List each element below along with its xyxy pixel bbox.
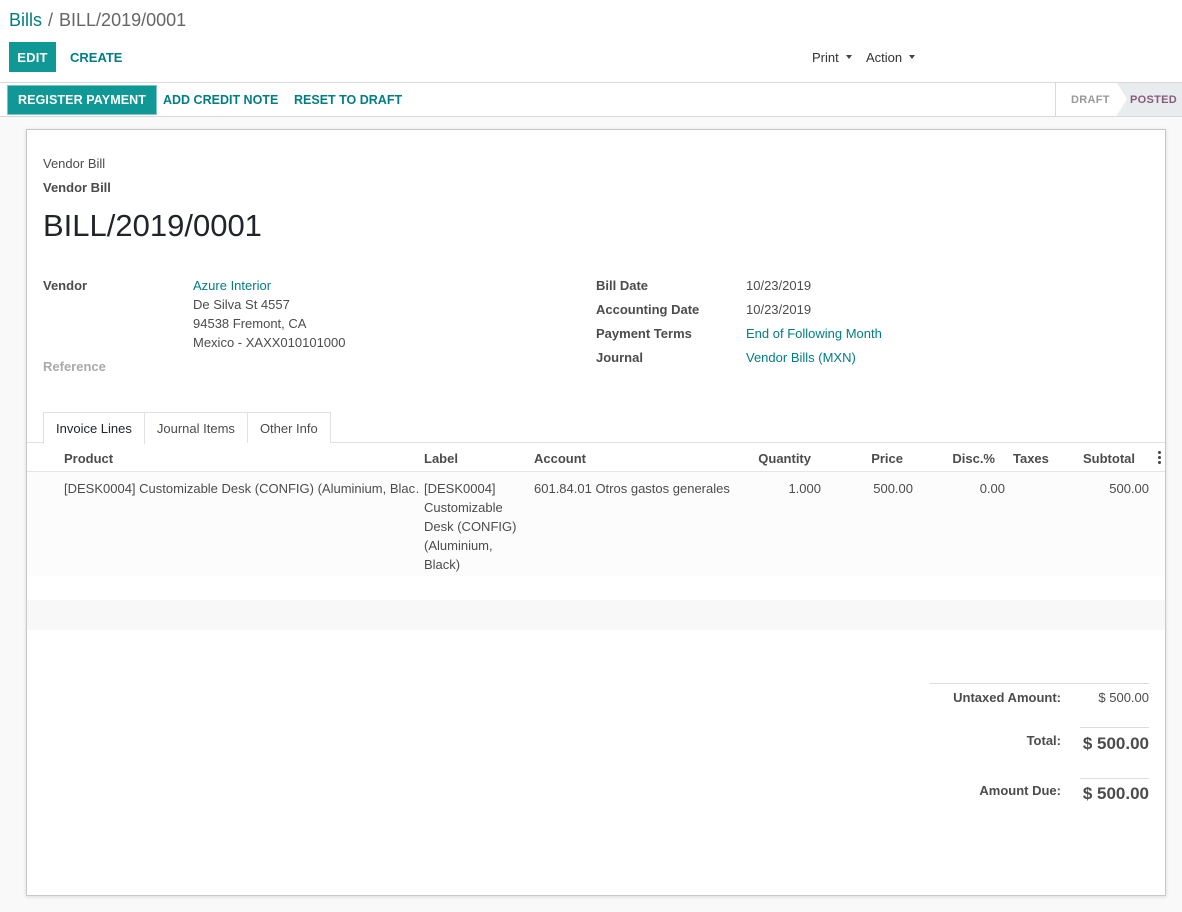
- add-line-row[interactable]: [27, 600, 1165, 630]
- column-header-disc[interactable]: Disc.%: [917, 451, 995, 466]
- column-header-account[interactable]: Account: [534, 451, 586, 466]
- action-label: Action: [866, 49, 903, 65]
- add-credit-note-button[interactable]: ADD CREDIT NOTE: [163, 86, 278, 114]
- status-pipeline: DRAFT POSTED: [1055, 83, 1182, 116]
- journal-label: Journal: [596, 350, 643, 365]
- bill-date-value: 10/23/2019: [746, 278, 812, 293]
- cell-price[interactable]: 500.00: [827, 479, 913, 498]
- notebook-tabs: Invoice Lines Journal Items Other Info: [43, 412, 331, 444]
- amount-due-value: $ 500.00: [1082, 784, 1149, 803]
- tab-journal-items[interactable]: Journal Items: [143, 412, 248, 443]
- statusbar: REGISTER PAYMENT ADD CREDIT NOTE RESET T…: [0, 83, 1182, 117]
- breadcrumb-bills-link[interactable]: Bills: [9, 10, 42, 30]
- total-divider: [1080, 727, 1149, 728]
- cell-label[interactable]: [DESK0004] Customizable Desk (CONFIG) (A…: [424, 479, 524, 574]
- cell-disc[interactable]: 0.00: [927, 479, 1005, 498]
- optional-columns-icon[interactable]: [1158, 451, 1161, 466]
- create-button[interactable]: CREATE: [64, 42, 128, 72]
- accounting-date-value: 10/23/2019: [746, 302, 812, 317]
- state-draft[interactable]: DRAFT: [1055, 83, 1117, 116]
- cell-quantity[interactable]: 1.000: [737, 479, 821, 498]
- untaxed-amount-label: Untaxed Amount:: [953, 690, 1061, 705]
- page-title: BILL/2019/0001: [43, 208, 262, 243]
- document-type: Vendor Bill: [43, 156, 106, 171]
- untaxed-amount-value: $ 500.00: [1098, 690, 1149, 705]
- document-type-bold: Vendor Bill: [43, 180, 111, 195]
- totals-divider: [930, 683, 1149, 684]
- breadcrumb-current: BILL/2019/0001: [59, 10, 187, 30]
- print-dropdown[interactable]: Print: [812, 42, 852, 72]
- cell-label-line: [DESK0004]: [424, 481, 496, 496]
- payment-terms-link[interactable]: End of Following Month: [746, 326, 882, 341]
- form-sheet: Vendor Bill Vendor Bill BILL/2019/0001 V…: [26, 129, 1166, 896]
- cell-label-line: Desk (CONFIG): [424, 519, 517, 534]
- control-panel: Bills / BILL/2019/0001 EDIT CREATE Print A…: [0, 0, 1182, 83]
- tab-other-info[interactable]: Other Info: [246, 412, 331, 443]
- vendor-address-line1: De Silva St 4557: [193, 297, 290, 312]
- total-label: Total:: [1026, 733, 1061, 748]
- reset-to-draft-button[interactable]: RESET TO DRAFT: [294, 86, 402, 114]
- amount-due-divider: [1080, 778, 1149, 779]
- state-arrow-icon: [1117, 83, 1127, 115]
- vendor-address-line2: 94538 Fremont, CA: [193, 316, 307, 331]
- cell-label-line: (Aluminium,: [424, 538, 493, 553]
- caret-down-icon: [909, 55, 916, 59]
- journal-link[interactable]: Vendor Bills (MXN): [746, 350, 856, 365]
- reference-label: Reference: [43, 359, 106, 374]
- cell-product[interactable]: [DESK0004] Customizable Desk (CONFIG) (A…: [64, 479, 419, 498]
- register-payment-button[interactable]: REGISTER PAYMENT: [8, 86, 157, 114]
- vendor-address-line3: Mexico - XAXX010101000: [193, 335, 346, 350]
- bill-date-label: Bill Date: [596, 278, 649, 293]
- tab-invoice-lines[interactable]: Invoice Lines: [43, 412, 145, 444]
- accounting-date-label: Accounting Date: [596, 302, 700, 317]
- edit-button[interactable]: EDIT: [9, 42, 56, 72]
- column-header-product[interactable]: Product: [64, 451, 113, 466]
- total-value: $ 500.00: [1082, 734, 1149, 753]
- vendor-link[interactable]: Azure Interior: [193, 278, 271, 293]
- column-header-subtotal[interactable]: Subtotal: [1057, 451, 1135, 466]
- cell-subtotal[interactable]: 500.00: [1067, 479, 1149, 498]
- cell-account[interactable]: 601.84.01 Otros gastos generales: [534, 479, 730, 498]
- payment-terms-label: Payment Terms: [596, 326, 692, 341]
- column-header-quantity[interactable]: Quantity: [727, 451, 811, 466]
- amount-due-label: Amount Due:: [979, 783, 1061, 798]
- breadcrumb: Bills / BILL/2019/0001: [9, 10, 186, 31]
- vendor-label: Vendor: [43, 278, 88, 293]
- column-header-price[interactable]: Price: [827, 451, 903, 466]
- caret-down-icon: [845, 55, 852, 59]
- column-header-taxes[interactable]: Taxes: [1013, 451, 1049, 466]
- action-dropdown[interactable]: Action: [866, 42, 916, 72]
- column-header-label[interactable]: Label: [424, 451, 458, 466]
- cell-label-line: Customizable: [424, 500, 503, 515]
- print-label: Print: [812, 49, 839, 65]
- breadcrumb-separator: /: [48, 10, 54, 30]
- cell-label-line: Black): [424, 557, 461, 572]
